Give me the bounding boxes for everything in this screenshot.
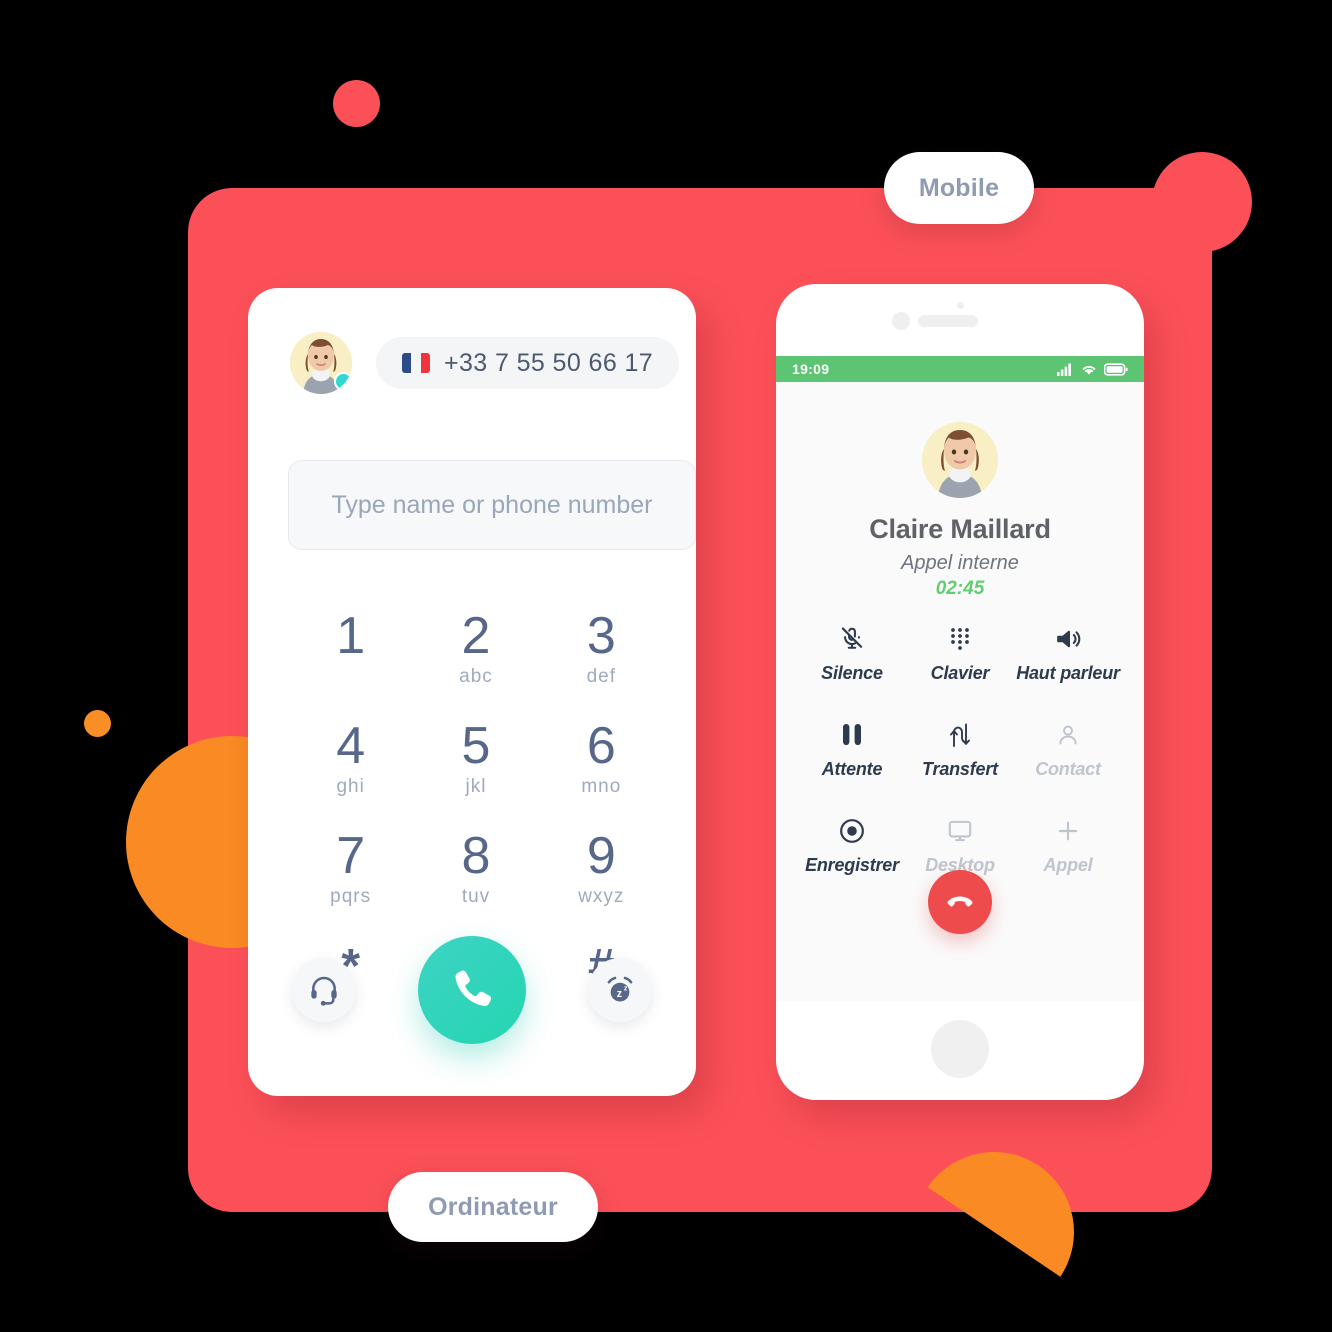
- key-letters: tuv: [461, 886, 491, 907]
- desktop-dialer-card: +33 7 55 50 66 17 Type name or phone num…: [248, 288, 696, 1096]
- microphone-muted-icon: [839, 622, 865, 652]
- dialpad-key-5[interactable]: 5 jkl: [413, 718, 538, 804]
- phone-status-bar: 19:09: [776, 356, 1144, 382]
- key-digit: 1: [336, 607, 366, 665]
- person-icon: [1056, 718, 1080, 748]
- do-not-disturb-button[interactable]: z z: [588, 958, 652, 1022]
- hangup-phone-icon: [947, 896, 973, 907]
- key-letters: wxyz: [578, 886, 625, 907]
- svg-text:z: z: [624, 985, 628, 993]
- cellular-signal-icon: [1057, 363, 1071, 376]
- control-label: Appel: [1043, 855, 1093, 875]
- front-camera-icon: [957, 302, 964, 309]
- dialpad-key-8[interactable]: 8 tuv: [413, 828, 538, 914]
- label-ordinateur[interactable]: Ordinateur: [388, 1172, 598, 1242]
- headset-button[interactable]: [292, 958, 356, 1022]
- home-button[interactable]: [931, 1020, 989, 1078]
- key-digit: 9: [586, 827, 616, 885]
- monitor-icon: [947, 814, 973, 844]
- control-silence[interactable]: Silence: [798, 622, 906, 684]
- key-letters: jkl: [465, 776, 487, 797]
- active-call-screen: Claire Maillard Appel interne 02:45 Sile…: [776, 382, 1144, 1002]
- control-label: Clavier: [930, 663, 990, 683]
- control-label: Transfert: [922, 759, 998, 779]
- key-digit: 4: [336, 717, 366, 775]
- control-label: Contact: [1035, 759, 1101, 779]
- call-type-label: Appel interne: [901, 552, 1019, 574]
- control-attente[interactable]: Attente: [798, 718, 906, 780]
- key-digit: 5: [461, 717, 491, 775]
- dialpad-key-1[interactable]: 1: [288, 608, 413, 694]
- online-status-dot: [334, 372, 352, 391]
- speaker-icon: [1054, 622, 1082, 652]
- callee-avatar-icon: [922, 422, 998, 498]
- avatar: [290, 332, 352, 394]
- key-letters: ghi: [336, 776, 365, 797]
- dialpad-key-4[interactable]: 4 ghi: [288, 718, 413, 804]
- call-button[interactable]: [418, 936, 526, 1044]
- decorative-dot-orange: [84, 710, 111, 737]
- control-label: Attente: [821, 759, 883, 779]
- record-icon: [839, 814, 865, 844]
- label-mobile[interactable]: Mobile: [884, 152, 1034, 224]
- callee-name: Claire Maillard: [869, 514, 1051, 544]
- snooze-alarm-icon: z z: [607, 976, 633, 1002]
- dialpad-key-2[interactable]: 2 abc: [413, 608, 538, 694]
- key-digit: 2: [461, 607, 491, 665]
- control-clavier[interactable]: Clavier: [906, 622, 1014, 684]
- earpiece-speaker-icon: [918, 315, 978, 327]
- key-letters: mno: [581, 776, 622, 797]
- wifi-icon: [1082, 365, 1096, 375]
- plus-icon: [1055, 814, 1081, 844]
- status-bar-time: 19:09: [792, 361, 830, 377]
- key-letters: def: [586, 666, 617, 687]
- call-controls-grid: Silence Clavier Haut parleur Attente Tra…: [798, 622, 1122, 876]
- key-digit: 3: [586, 607, 616, 665]
- status-bar-icons: [1057, 362, 1128, 376]
- key-digit: 8: [461, 827, 491, 885]
- control-enregistrer[interactable]: Enregistrer: [798, 814, 906, 876]
- call-duration-timer: 02:45: [935, 578, 985, 599]
- control-appel[interactable]: Appel: [1014, 814, 1122, 876]
- control-label: Haut parleur: [1016, 663, 1120, 683]
- callee-avatar: [922, 422, 998, 498]
- key-letters: pqrs: [330, 886, 372, 907]
- france-flag-icon: [402, 353, 430, 373]
- hangup-button[interactable]: [928, 870, 992, 934]
- pause-icon: [841, 718, 863, 748]
- control-label: Enregistrer: [805, 855, 899, 875]
- phone-notch: [776, 300, 1144, 334]
- dialpad-key-9[interactable]: 9 wxyz: [539, 828, 664, 914]
- phone-call-icon: [455, 970, 492, 1007]
- dialpad-icon: [948, 622, 972, 652]
- battery-icon: [1104, 362, 1128, 376]
- search-placeholder-text: Type name or phone number: [331, 490, 653, 519]
- headset-icon: [311, 976, 337, 1006]
- control-contact[interactable]: Contact: [1014, 718, 1122, 780]
- decorative-dot-pink: [333, 80, 380, 127]
- dialer-action-bar: z z: [248, 936, 696, 1044]
- sensor-dot-icon: [892, 312, 910, 330]
- dialpad-key-3[interactable]: 3 def: [539, 608, 664, 694]
- search-input[interactable]: Type name or phone number: [288, 460, 696, 550]
- label-ordinateur-text: Ordinateur: [428, 1192, 558, 1221]
- phone-number-field[interactable]: +33 7 55 50 66 17: [376, 337, 680, 389]
- control-transfert[interactable]: Transfert: [906, 718, 1014, 780]
- phone-number-text: +33 7 55 50 66 17: [444, 348, 654, 377]
- label-mobile-text: Mobile: [918, 173, 1000, 202]
- svg-text:z: z: [617, 988, 622, 1000]
- control-label: Silence: [821, 663, 883, 683]
- control-haut-parleur[interactable]: Haut parleur: [1014, 622, 1122, 684]
- key-letters: abc: [459, 666, 493, 687]
- dialpad-key-6[interactable]: 6 mno: [539, 718, 664, 804]
- control-desktop[interactable]: Desktop: [906, 814, 1014, 876]
- key-digit: 7: [336, 827, 366, 885]
- key-digit: 6: [586, 717, 616, 775]
- transfer-arrows-icon: [948, 718, 972, 748]
- dialpad-key-7[interactable]: 7 pqrs: [288, 828, 413, 914]
- dialer-header: +33 7 55 50 66 17: [290, 332, 680, 394]
- mobile-phone-frame: 19:09 Claire Maillard Appel interne 02:4…: [776, 284, 1144, 1100]
